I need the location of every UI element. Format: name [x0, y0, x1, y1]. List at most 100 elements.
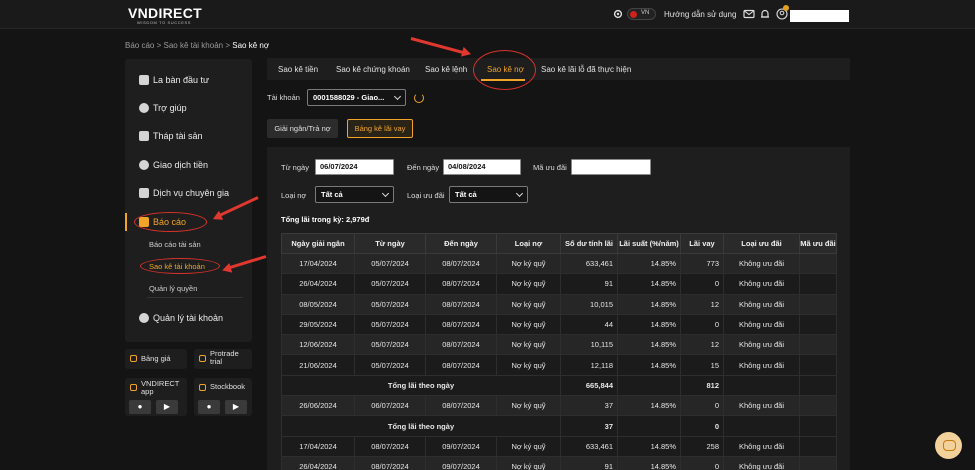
table-cell	[799, 313, 837, 336]
table-cell: 09/07/2024	[425, 455, 497, 470]
table-cell	[799, 455, 837, 470]
user-guide-link[interactable]: Hướng dẫn sử dụng	[664, 10, 736, 19]
mail-icon[interactable]	[743, 8, 755, 20]
table-cell: 08/07/2024	[425, 252, 497, 275]
subtotal-label: Tổng lãi theo ngày	[281, 374, 561, 397]
table-cell: 14.85%	[617, 435, 681, 457]
table-row: 17/04/2024 05/07/2024 08/07/2024 Nợ ký quỹ 6…	[281, 252, 837, 275]
annotation-arrow	[410, 37, 468, 55]
google-play-icon[interactable]: ▶	[225, 400, 247, 414]
table-cell: Nợ ký quỹ	[496, 435, 561, 457]
table-cell: Nợ ký quỹ	[496, 293, 561, 315]
apple-store-icon[interactable]: ●	[129, 400, 151, 414]
subtotal-balance: 665,844	[560, 374, 618, 397]
sidebar-item-investment-compass[interactable]: La bàn đầu tư	[139, 73, 209, 87]
language-toggle[interactable]: VN	[627, 8, 656, 20]
gear-icon[interactable]	[612, 8, 624, 20]
notification-badge	[783, 5, 789, 11]
breadcrumb-account-statement[interactable]: Sao kê tài khoản	[164, 41, 224, 50]
subtotal-balance: 37	[560, 415, 618, 437]
sidebar: La bàn đầu tư Trợ giúp Tháp tài sản Giao…	[125, 59, 252, 342]
highlight-ring-account-statement	[140, 258, 220, 274]
tab-cash-statement[interactable]: Sao kê tiền	[278, 65, 318, 74]
compass-icon	[139, 75, 149, 85]
user-name-box[interactable]	[790, 10, 849, 22]
table-row: 26/04/2024 05/07/2024 08/07/2024 Nợ ký quỹ 9…	[281, 273, 837, 295]
account-icon	[139, 313, 149, 323]
tab-order-statement[interactable]: Sao kê lệnh	[425, 65, 467, 74]
to-date-input[interactable]: 04/08/2024	[443, 159, 521, 175]
table-cell: 91	[560, 273, 618, 295]
table-cell: 29/05/2024	[281, 313, 355, 336]
expert-icon	[139, 188, 149, 198]
table-cell: 0	[680, 273, 724, 295]
vndirect-logo[interactable]: VNDIRECT	[128, 5, 202, 21]
table-cell: 14.85%	[617, 395, 681, 417]
column-header: Loại nợ	[496, 233, 561, 254]
table-cell: 08/07/2024	[425, 334, 497, 356]
table-cell: 05/07/2024	[354, 293, 426, 315]
chat-support-icon[interactable]	[935, 432, 962, 459]
table-cell: 26/04/2024	[281, 273, 355, 295]
quick-price-board[interactable]: Bảng giá	[125, 349, 187, 369]
table-cell: 0	[680, 455, 724, 470]
table-cell: 12/06/2024	[281, 334, 355, 356]
quick-protrade-trial[interactable]: Protrade trial	[194, 349, 252, 369]
debt-type-label: Loại nợ	[281, 191, 307, 200]
apple-store-icon[interactable]: ●	[198, 400, 220, 414]
tab-realized-pnl-statement[interactable]: Sao kê lãi lỗ đã thực hiện	[541, 65, 631, 74]
subtab-disbursement[interactable]: Giải ngân/Trả nợ	[267, 119, 338, 138]
table-cell: 05/07/2024	[354, 354, 426, 376]
table-cell: Không ưu đãi	[723, 395, 800, 417]
from-date-input[interactable]: 06/07/2024	[315, 159, 394, 175]
bell-icon[interactable]	[759, 8, 771, 20]
table-cell: 08/07/2024	[354, 435, 426, 457]
subtotal-row: Tổng lãi theo ngày 665,844 812	[281, 374, 837, 397]
table-cell	[799, 273, 837, 295]
table-cell: Không ưu đãi	[723, 293, 800, 315]
active-indicator	[125, 213, 127, 231]
language-label: VN	[641, 10, 650, 16]
chevron-down-icon	[381, 189, 390, 198]
table-cell: 14.85%	[617, 252, 681, 275]
table-row: 17/04/2024 08/07/2024 09/07/2024 Nợ ký quỹ 6…	[281, 435, 837, 457]
table-cell: 08/07/2024	[425, 313, 497, 336]
sidebar-item-expert-services[interactable]: Dịch vụ chuyên gia	[139, 186, 229, 200]
total-interest: Tổng lãi trong kỳ: 2,979đ	[281, 215, 370, 224]
table-row: 21/06/2024 05/07/2024 08/07/2024 Nợ ký quỹ 1…	[281, 354, 837, 376]
column-header: Ngày giải ngân	[281, 233, 355, 254]
table-cell: 14.85%	[617, 354, 681, 376]
to-date-label: Đến ngày	[407, 163, 440, 172]
refresh-icon[interactable]	[414, 93, 424, 103]
promo-code-input[interactable]	[571, 159, 651, 175]
table-cell: 14.85%	[617, 273, 681, 295]
subtab-interest-list[interactable]: Bảng kê lãi vay	[347, 119, 413, 138]
tab-securities-statement[interactable]: Sao kê chứng khoán	[336, 65, 410, 74]
table-cell	[799, 415, 837, 437]
debt-type-select[interactable]: Tất cả	[315, 186, 394, 203]
subtotal-interest: 0	[680, 415, 724, 437]
table-cell: 14.85%	[617, 334, 681, 356]
sub-item-asset-report[interactable]: Báo cáo tài sản	[149, 240, 201, 249]
sub-item-rights-management[interactable]: Quản lý quyền	[149, 284, 197, 293]
table-cell: 91	[560, 455, 618, 470]
table-cell	[799, 293, 837, 315]
chevron-down-icon	[393, 92, 402, 101]
google-play-icon[interactable]: ▶	[156, 400, 178, 414]
table-cell: 08/07/2024	[425, 354, 497, 376]
table-cell: 12,118	[560, 354, 618, 376]
sidebar-item-asset-tower[interactable]: Tháp tài sản	[139, 129, 203, 143]
divider	[147, 297, 243, 298]
breadcrumb: Báo cáo > Sao kê tài khoản > Sao kê nợ	[125, 41, 270, 50]
table-header: Ngày giải ngân Từ ngày Đến ngày Loại nợ Số d…	[281, 233, 837, 254]
account-select[interactable]: 0001588029 - Giao...	[307, 89, 406, 106]
table-cell: Nợ ký quỹ	[496, 354, 561, 376]
sidebar-item-help[interactable]: Trợ giúp	[139, 101, 187, 115]
sidebar-item-cash-transactions[interactable]: Giao dịch tiền	[139, 158, 208, 172]
table-cell: 08/05/2024	[281, 293, 355, 315]
column-header: Số dư tính lãi	[560, 233, 618, 254]
breadcrumb-reports[interactable]: Báo cáo	[125, 41, 154, 50]
table-cell: 15	[680, 354, 724, 376]
sidebar-item-account-management[interactable]: Quản lý tài khoản	[139, 311, 223, 325]
promo-type-select[interactable]: Tất cả	[449, 186, 528, 203]
